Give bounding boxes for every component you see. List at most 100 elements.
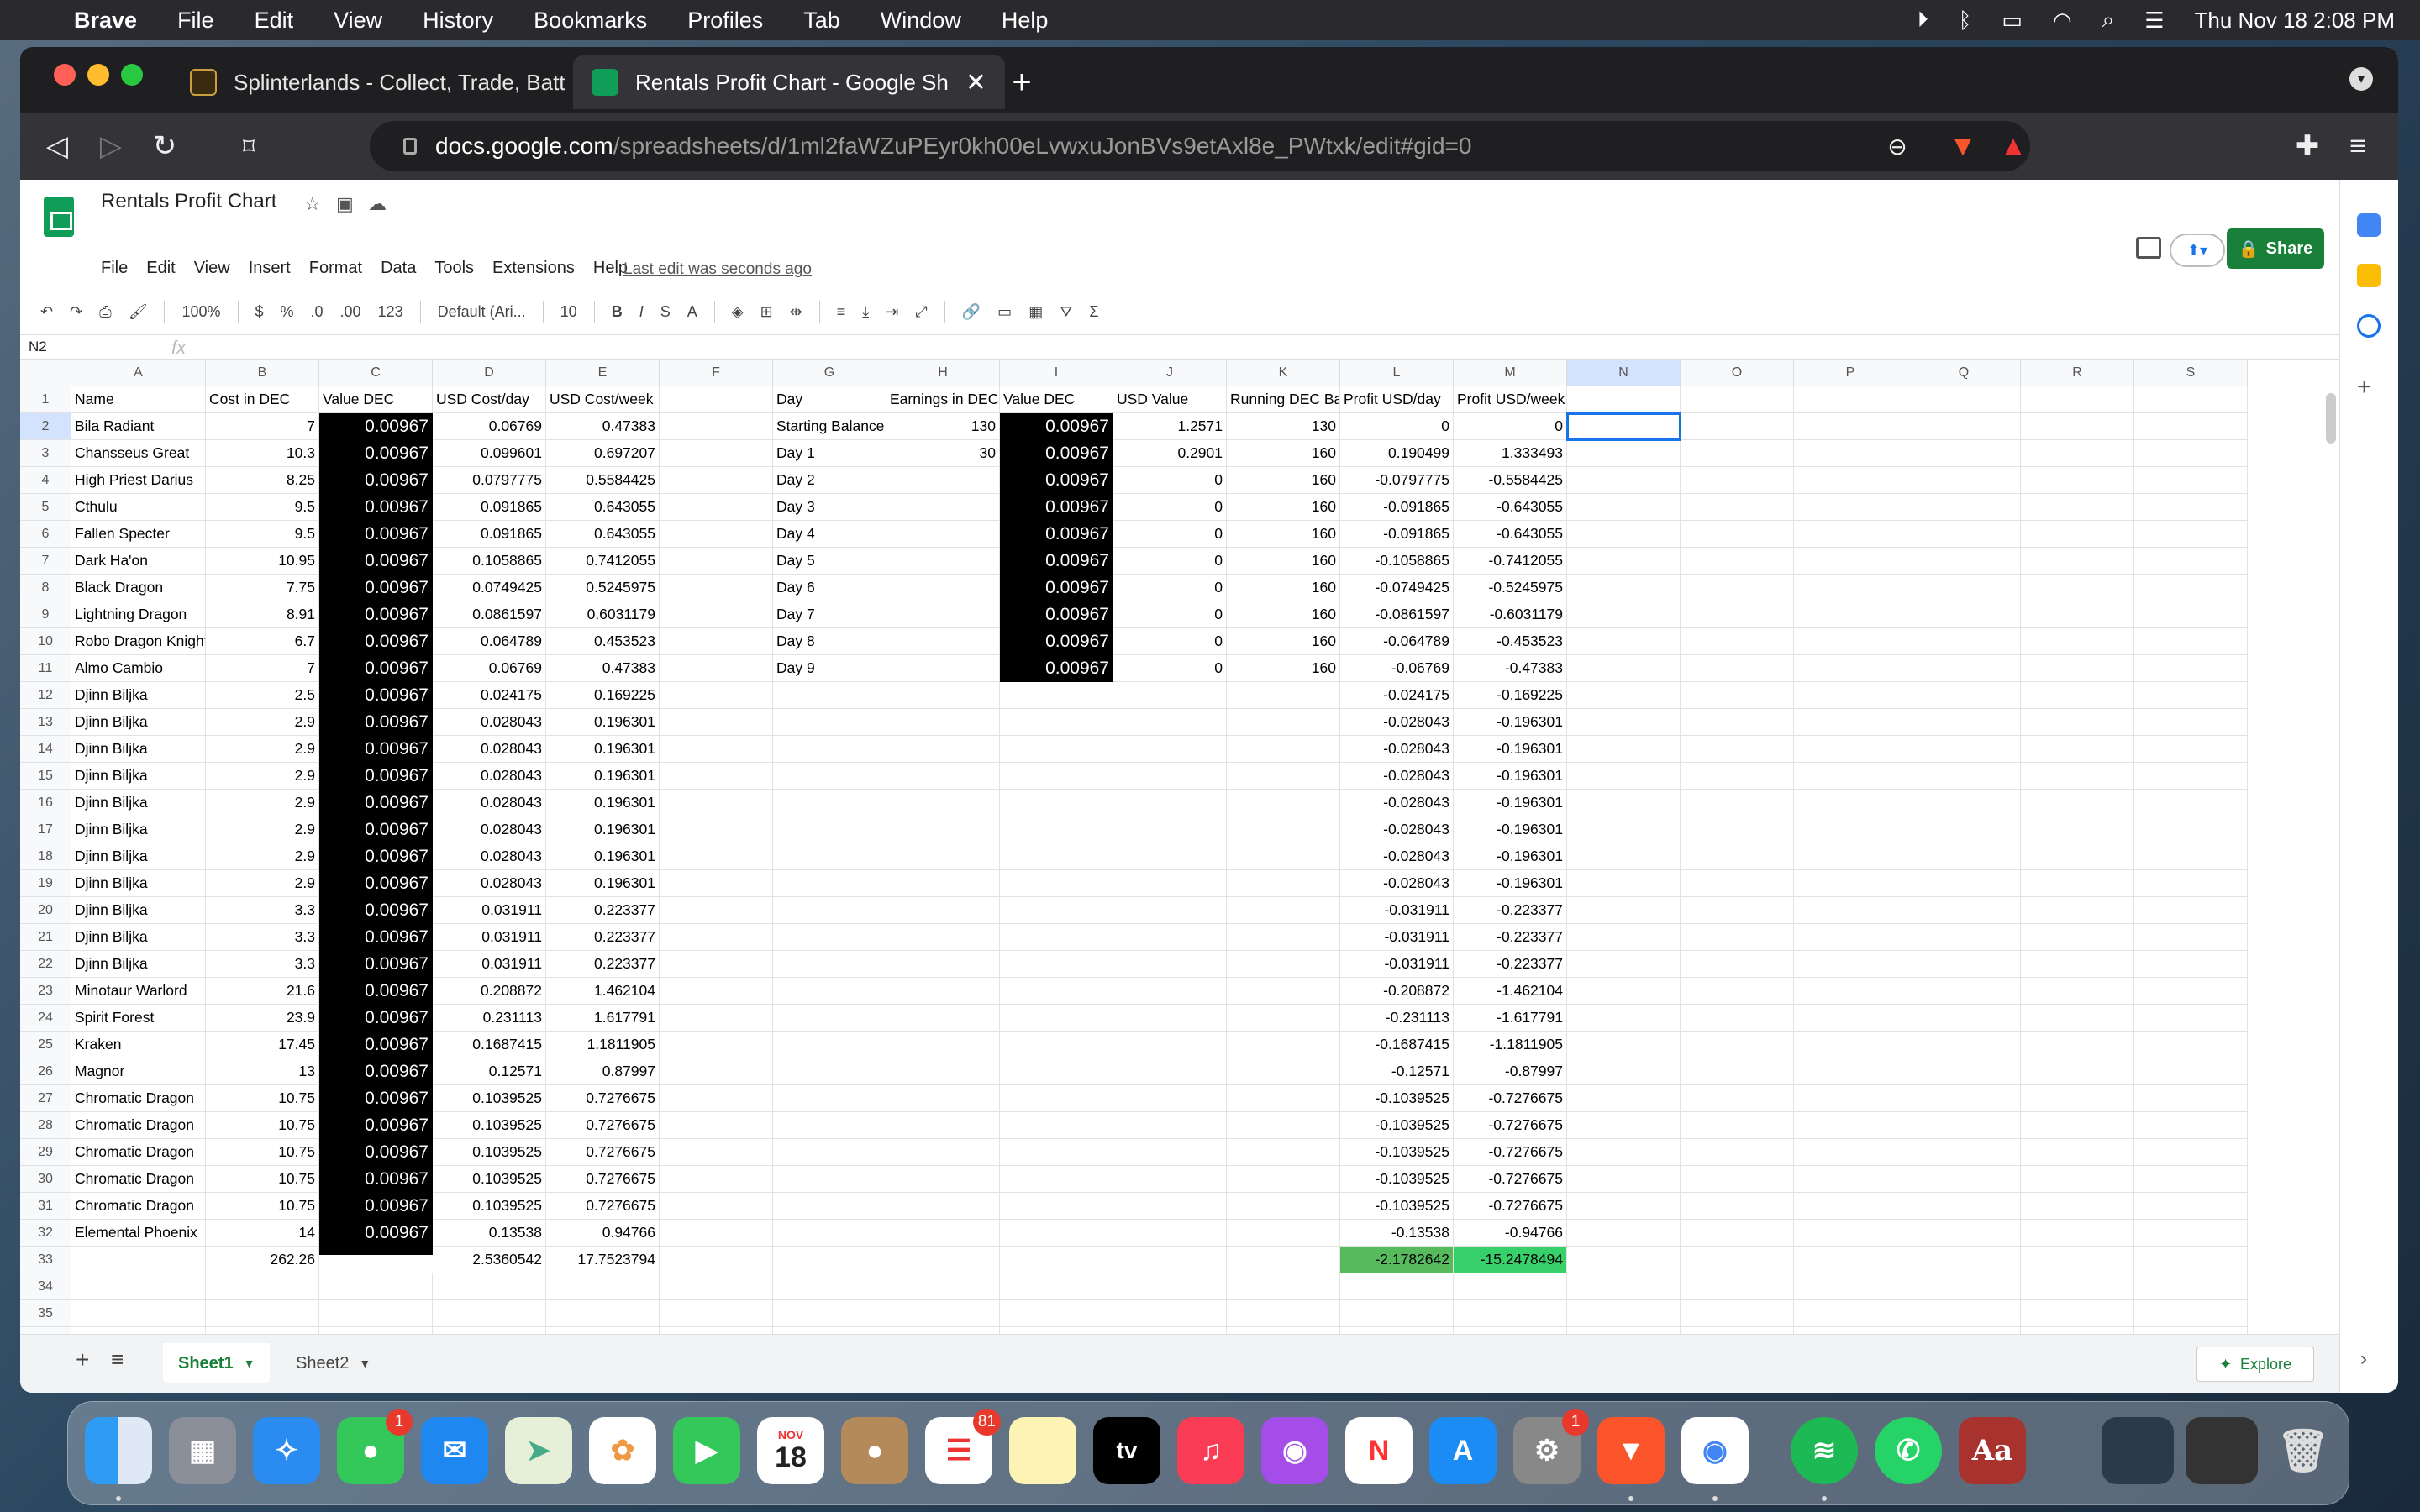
cell-e32[interactable]: 0.94766 xyxy=(546,1220,660,1247)
sheets-menu-data[interactable]: Data xyxy=(381,259,416,278)
app-store-icon[interactable]: A xyxy=(1429,1417,1497,1484)
cell-p25[interactable] xyxy=(1794,1032,1907,1058)
sheets-menu-view[interactable]: View xyxy=(194,259,230,278)
cell-e7[interactable]: 0.7412055 xyxy=(546,548,660,575)
cell-b3[interactable]: 10.3 xyxy=(206,440,319,467)
cell-a33[interactable] xyxy=(71,1247,206,1273)
cell-r9[interactable] xyxy=(2021,601,2134,628)
cell-s14[interactable] xyxy=(2134,736,2248,763)
row-header[interactable]: 22 xyxy=(20,951,71,978)
cell-b26[interactable]: 13 xyxy=(206,1058,319,1085)
present-icon[interactable]: ⬆▾ xyxy=(2170,234,2225,267)
cell-s22[interactable] xyxy=(2134,951,2248,978)
vertical-scrollbar[interactable] xyxy=(2326,393,2336,444)
cell-a26[interactable]: Magnor xyxy=(71,1058,206,1085)
cell-l12[interactable]: -0.024175 xyxy=(1340,682,1454,709)
cell-j15[interactable] xyxy=(1113,763,1227,790)
cell-q33[interactable] xyxy=(1907,1247,2021,1273)
cell-i5[interactable]: 0.00967 xyxy=(1000,494,1113,521)
cloud-status-icon[interactable]: ☁ xyxy=(368,193,387,215)
cell-e22[interactable]: 0.223377 xyxy=(546,951,660,978)
browser-menu-icon[interactable]: ≡ xyxy=(2339,128,2376,165)
cell-m6[interactable]: -0.643055 xyxy=(1454,521,1567,548)
photos-icon[interactable]: ✿ xyxy=(589,1417,656,1484)
podcasts-icon[interactable]: ◉ xyxy=(1261,1417,1328,1484)
cell-i2[interactable]: 0.00967 xyxy=(1000,413,1113,440)
cell-m23[interactable]: -1.462104 xyxy=(1454,978,1567,1005)
cell-k8[interactable]: 160 xyxy=(1227,575,1340,601)
cell-f29[interactable] xyxy=(660,1139,773,1166)
cell-q12[interactable] xyxy=(1907,682,2021,709)
cell-k12[interactable] xyxy=(1227,682,1340,709)
cell-d8[interactable]: 0.0749425 xyxy=(433,575,546,601)
cell-i21[interactable] xyxy=(1000,924,1113,951)
cell-f3[interactable] xyxy=(660,440,773,467)
cell-n25[interactable] xyxy=(1567,1032,1681,1058)
cell-o25[interactable] xyxy=(1681,1032,1794,1058)
cell-f17[interactable] xyxy=(660,816,773,843)
cell-s34[interactable] xyxy=(2134,1273,2248,1300)
cell-o18[interactable] xyxy=(1681,843,1794,870)
system-preferences-icon[interactable]: ⚙ 1 xyxy=(1513,1409,1589,1484)
cell-k9[interactable]: 160 xyxy=(1227,601,1340,628)
cell-p17[interactable] xyxy=(1794,816,1907,843)
cell-q7[interactable] xyxy=(1907,548,2021,575)
cell-d5[interactable]: 0.091865 xyxy=(433,494,546,521)
cell-e30[interactable]: 0.7276675 xyxy=(546,1166,660,1193)
cell-i30[interactable] xyxy=(1000,1166,1113,1193)
cell-d35[interactable] xyxy=(433,1300,546,1327)
cell-a17[interactable]: Djinn Biljka xyxy=(71,816,206,843)
cell-g20[interactable] xyxy=(773,897,886,924)
play-icon[interactable]: ⏵ xyxy=(1918,7,1928,34)
cell-j22[interactable] xyxy=(1113,951,1227,978)
cell-m11[interactable]: -0.47383 xyxy=(1454,655,1567,682)
row-header[interactable]: 2 xyxy=(20,413,71,440)
cell-c5[interactable]: 0.00967 xyxy=(319,494,433,521)
cell-p3[interactable] xyxy=(1794,440,1907,467)
cell-e25[interactable]: 1.1811905 xyxy=(546,1032,660,1058)
paint-format-icon[interactable]: 🖌 xyxy=(129,303,148,321)
cell-r4[interactable] xyxy=(2021,467,2134,494)
cell-j28[interactable] xyxy=(1113,1112,1227,1139)
cell-h2[interactable]: 130 xyxy=(886,413,1000,440)
cell-f32[interactable] xyxy=(660,1220,773,1247)
cell-i15[interactable] xyxy=(1000,763,1113,790)
cell-c13[interactable]: 0.00967 xyxy=(319,709,433,736)
cell-c19[interactable]: 0.00967 xyxy=(319,870,433,897)
cell-l3[interactable]: 0.190499 xyxy=(1340,440,1454,467)
cell-k30[interactable] xyxy=(1227,1166,1340,1193)
cell-h3[interactable]: 30 xyxy=(886,440,1000,467)
cell-f12[interactable] xyxy=(660,682,773,709)
cell-m1[interactable]: Profit USD/week xyxy=(1454,386,1567,413)
cell-n16[interactable] xyxy=(1567,790,1681,816)
cell-j14[interactable] xyxy=(1113,736,1227,763)
cell-g6[interactable]: Day 4 xyxy=(773,521,886,548)
tab-search-chevron-icon[interactable]: ▾ xyxy=(2349,67,2373,91)
cell-b8[interactable]: 7.75 xyxy=(206,575,319,601)
merge-cells-icon[interactable]: ⇹ xyxy=(790,303,802,321)
cell-f18[interactable] xyxy=(660,843,773,870)
cell-n30[interactable] xyxy=(1567,1166,1681,1193)
cell-k28[interactable] xyxy=(1227,1112,1340,1139)
cell-i12[interactable] xyxy=(1000,682,1113,709)
cell-n31[interactable] xyxy=(1567,1193,1681,1220)
cell-d33[interactable]: 2.5360542 xyxy=(433,1247,546,1273)
column-header-m[interactable]: M xyxy=(1454,360,1567,386)
cell-i20[interactable] xyxy=(1000,897,1113,924)
sheet-tab-sheet2[interactable]: Sheet2 ▼ xyxy=(281,1343,386,1383)
cell-s18[interactable] xyxy=(2134,843,2248,870)
cell-r1[interactable] xyxy=(2021,386,2134,413)
cell-q32[interactable] xyxy=(1907,1220,2021,1247)
cell-d7[interactable]: 0.1058865 xyxy=(433,548,546,575)
cell-i4[interactable]: 0.00967 xyxy=(1000,467,1113,494)
cell-h8[interactable] xyxy=(886,575,1000,601)
cell-c21[interactable]: 0.00967 xyxy=(319,924,433,951)
cell-c32[interactable]: 0.00967 xyxy=(319,1220,433,1247)
cell-f16[interactable] xyxy=(660,790,773,816)
cell-o16[interactable] xyxy=(1681,790,1794,816)
cell-l32[interactable]: -0.13538 xyxy=(1340,1220,1454,1247)
cell-i17[interactable] xyxy=(1000,816,1113,843)
star-icon[interactable]: ☆ xyxy=(304,193,321,215)
cell-s3[interactable] xyxy=(2134,440,2248,467)
cell-a28[interactable]: Chromatic Dragon xyxy=(71,1112,206,1139)
